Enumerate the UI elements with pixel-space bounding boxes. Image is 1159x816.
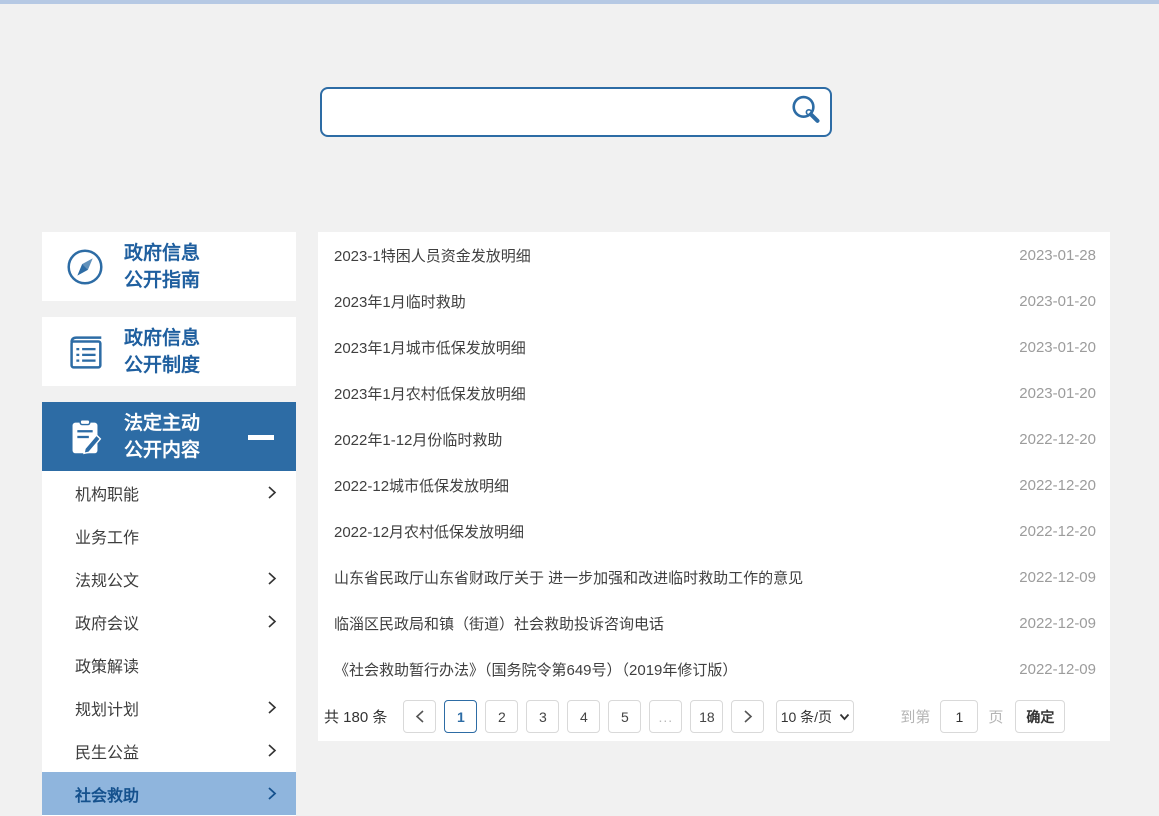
search-input[interactable] — [322, 89, 782, 135]
article-title[interactable]: 2022年1-12月份临时救助 — [334, 429, 502, 450]
page-button-5[interactable]: 5 — [608, 700, 641, 733]
article-title[interactable]: 《社会救助暂行办法》（国务院令第649号）（2019年修订版） — [334, 659, 737, 680]
page-button-3[interactable]: 3 — [526, 700, 559, 733]
sidebar-submenu: 机构职能 业务工作 法规公文 政府会议 政策解读 规划计划 民生公益 — [42, 471, 296, 816]
search-icon — [788, 93, 824, 132]
list-item[interactable]: 2023年1月临时救助 2023-01-20 — [318, 278, 1110, 324]
compass-icon — [62, 244, 108, 290]
pagination-bar: 共 180 条 1 2 3 4 5 ... 18 10 条/页 到第 页 确定 — [318, 692, 1110, 741]
sidebar-item-label: 法规公文 — [75, 567, 139, 591]
goto-page-input[interactable] — [940, 700, 978, 733]
article-date: 2022-12-20 — [1007, 477, 1096, 494]
article-date: 2023-01-20 — [1007, 385, 1096, 402]
article-title[interactable]: 2023-1特困人员资金发放明细 — [334, 245, 531, 266]
list-item[interactable]: 临淄区民政局和镇（街道）社会救助投诉咨询电话 2022-12-09 — [318, 600, 1110, 646]
article-date: 2022-12-09 — [1007, 569, 1096, 586]
article-list-panel: 2023-1特困人员资金发放明细 2023-01-28 2023年1月临时救助 … — [318, 232, 1110, 741]
search-box — [320, 87, 832, 137]
article-title[interactable]: 山东省民政厅山东省财政厅关于 进一步加强和改进临时救助工作的意见 — [334, 567, 803, 588]
article-title[interactable]: 2023年1月农村低保发放明细 — [334, 383, 526, 404]
sidebar-card-gov-info-guide[interactable]: 政府信息 公开指南 — [42, 232, 296, 301]
collapse-minus-icon[interactable] — [248, 435, 274, 440]
page-ellipsis-button[interactable]: ... — [649, 700, 682, 733]
page-size-select[interactable]: 10 条/页 — [776, 700, 854, 733]
chevron-right-icon — [266, 700, 278, 715]
list-item[interactable]: 《社会救助暂行办法》（国务院令第649号）（2019年修订版） 2022-12-… — [318, 646, 1110, 692]
card-label-line2: 公开制度 — [124, 352, 200, 379]
sidebar-item-yewugongzuo[interactable]: 业务工作 — [42, 514, 296, 557]
page-button-2[interactable]: 2 — [485, 700, 518, 733]
sidebar-card-gov-info-system[interactable]: 政府信息 公开制度 — [42, 317, 296, 386]
page-button-1[interactable]: 1 — [444, 700, 477, 733]
chevron-right-icon — [266, 786, 278, 801]
card-label-line1: 政府信息 — [124, 325, 200, 352]
article-title[interactable]: 2023年1月城市低保发放明细 — [334, 337, 526, 358]
list-item[interactable]: 2022年1-12月份临时救助 2022-12-20 — [318, 416, 1110, 462]
card-label-line1: 政府信息 — [124, 240, 200, 267]
article-title[interactable]: 2022-12城市低保发放明细 — [334, 475, 509, 496]
sidebar-item-shehuijiuzhu[interactable]: 社会救助 — [42, 772, 296, 815]
sidebar-item-guihuajihua[interactable]: 规划计划 — [42, 686, 296, 729]
next-page-button[interactable] — [731, 700, 764, 733]
chevron-right-icon — [266, 485, 278, 500]
sidebar-item-minshenggongyi[interactable]: 民生公益 — [42, 729, 296, 772]
sidebar-item-label: 社会救助 — [75, 782, 139, 806]
goto-confirm-button[interactable]: 确定 — [1015, 700, 1065, 733]
sidebar-item-label: 业务工作 — [75, 524, 139, 548]
chevron-right-icon — [266, 614, 278, 629]
sidebar-item-zhengcejiedu[interactable]: 政策解读 — [42, 643, 296, 686]
prev-page-button[interactable] — [403, 700, 436, 733]
article-date: 2023-01-20 — [1007, 339, 1096, 356]
article-date: 2023-01-28 — [1007, 247, 1096, 264]
list-item[interactable]: 2023年1月农村低保发放明细 2023-01-20 — [318, 370, 1110, 416]
sidebar-item-label: 民生公益 — [75, 739, 139, 763]
sidebar-item-label: 机构职能 — [75, 481, 139, 505]
chevron-right-icon — [742, 709, 754, 724]
list-item[interactable]: 山东省民政厅山东省财政厅关于 进一步加强和改进临时救助工作的意见 2022-12… — [318, 554, 1110, 600]
card-label-line1: 法定主动 — [124, 410, 200, 437]
card-label-line2: 公开指南 — [124, 267, 200, 294]
search-button[interactable] — [782, 89, 830, 135]
chevron-right-icon — [266, 743, 278, 758]
clipboard-pen-icon — [62, 414, 108, 460]
sidebar-item-jigouzhineng[interactable]: 机构职能 — [42, 471, 296, 514]
article-date: 2022-12-20 — [1007, 523, 1096, 540]
page-button-18[interactable]: 18 — [690, 700, 723, 733]
article-title[interactable]: 2022-12月农村低保发放明细 — [334, 521, 524, 542]
sidebar-item-faguigongwen[interactable]: 法规公文 — [42, 557, 296, 600]
list-item[interactable]: 2022-12月农村低保发放明细 2022-12-20 — [318, 508, 1110, 554]
article-date: 2022-12-09 — [1007, 661, 1096, 678]
top-accent-bar — [0, 0, 1159, 4]
list-item[interactable]: 2023年1月城市低保发放明细 2023-01-20 — [318, 324, 1110, 370]
book-icon — [62, 329, 108, 375]
page-button-4[interactable]: 4 — [567, 700, 600, 733]
article-date: 2022-12-20 — [1007, 431, 1096, 448]
sidebar-item-label: 政策解读 — [75, 653, 139, 677]
chevron-right-icon — [266, 571, 278, 586]
page-size-value: 10 条/页 — [781, 707, 832, 727]
goto-page-prefix: 到第 — [900, 706, 930, 727]
article-title[interactable]: 临淄区民政局和镇（街道）社会救助投诉咨询电话 — [334, 613, 664, 634]
sidebar-item-zhengfuhuiyi[interactable]: 政府会议 — [42, 600, 296, 643]
sidebar-item-label: 规划计划 — [75, 696, 139, 720]
article-date: 2022-12-09 — [1007, 615, 1096, 632]
list-item[interactable]: 2022-12城市低保发放明细 2022-12-20 — [318, 462, 1110, 508]
chevron-left-icon — [414, 709, 426, 724]
total-count-label: 共 180 条 — [324, 706, 387, 727]
card-label-line2: 公开内容 — [124, 437, 200, 464]
goto-page-suffix: 页 — [988, 706, 1003, 727]
list-item[interactable]: 2023-1特困人员资金发放明细 2023-01-28 — [318, 232, 1110, 278]
chevron-down-icon — [839, 713, 850, 721]
article-date: 2023-01-20 — [1007, 293, 1096, 310]
article-title[interactable]: 2023年1月临时救助 — [334, 291, 466, 312]
sidebar-item-label: 政府会议 — [75, 610, 139, 634]
sidebar-card-legal-disclosure[interactable]: 法定主动 公开内容 — [42, 402, 296, 471]
